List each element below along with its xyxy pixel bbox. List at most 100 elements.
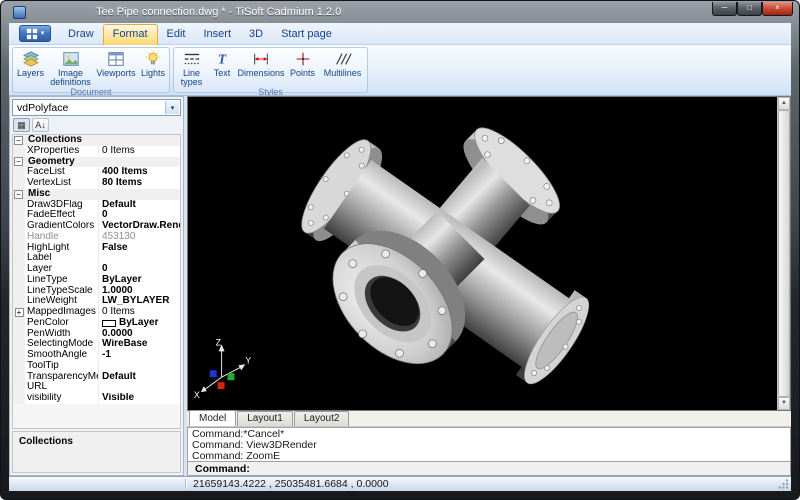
- layers-button[interactable]: Layers: [14, 48, 47, 87]
- command-history: Command:*Cancel* Command: View3DRender C…: [187, 427, 791, 462]
- tab-model[interactable]: Model: [189, 410, 237, 426]
- title-bar[interactable]: Tee Pipe connection.dwg * - TiSoft Cadmi…: [1, 1, 799, 23]
- maximize-button[interactable]: □: [737, 2, 762, 16]
- property-row[interactable]: SmoothAngle -1: [13, 350, 180, 361]
- property-row-pen-color[interactable]: PenColor ByLayer: [13, 317, 180, 329]
- property-grid: − Collections XProperties 0 Items − Geom…: [12, 134, 181, 429]
- property-grid-toolbar: ▦ A↓: [10, 117, 183, 133]
- tab-format[interactable]: Format: [102, 24, 158, 45]
- line-types-button[interactable]: Line types: [175, 48, 208, 87]
- property-row[interactable]: HighLight False: [13, 242, 180, 254]
- property-row[interactable]: URL: [13, 382, 180, 393]
- tab-edit[interactable]: Edit: [158, 25, 195, 44]
- lights-button[interactable]: Lights: [138, 48, 168, 87]
- help-pane-title: Collections: [19, 436, 73, 447]
- layout-tab-strip: Model Layout1 Layout2: [187, 410, 791, 427]
- model-viewport[interactable]: Z Y X ▲ ▼: [187, 96, 791, 411]
- property-row[interactable]: Handle 453130: [13, 231, 180, 243]
- property-row[interactable]: LineTypeScale 1.0000: [13, 285, 180, 297]
- close-button[interactable]: ×: [762, 2, 793, 16]
- collapse-icon[interactable]: −: [14, 189, 23, 199]
- alphabetical-sort-button[interactable]: A↓: [32, 118, 49, 132]
- property-row[interactable]: visibility Visible: [13, 393, 180, 404]
- app-menu-arrow-icon: ▾: [40, 30, 45, 37]
- group-document: Layers Image definitions Viewports Light…: [12, 47, 170, 97]
- viewports-button[interactable]: Viewports: [94, 48, 138, 87]
- property-row-mapped-images[interactable]: + MappedImages 0 Items: [13, 307, 180, 318]
- points-button[interactable]: Points: [286, 48, 319, 87]
- scroll-up-icon[interactable]: ▲: [778, 97, 790, 110]
- category-collections[interactable]: − Collections: [13, 135, 180, 146]
- resize-grip[interactable]: [778, 478, 789, 489]
- lights-icon: [145, 50, 161, 65]
- dimensions-button[interactable]: Dimensions: [236, 48, 286, 87]
- object-selector-combobox[interactable]: vdPolyface ▾: [12, 99, 181, 116]
- collapse-icon[interactable]: −: [14, 135, 23, 145]
- command-prompt-row: Command:: [187, 462, 791, 476]
- dimensions-icon: [254, 53, 268, 65]
- coordinates-readout: 21659143.4222 , 25035481.6684 , 0.0000: [193, 478, 389, 490]
- property-row[interactable]: SelectingMode WireBase: [13, 339, 180, 350]
- text-button[interactable]: T Text: [208, 48, 236, 87]
- command-input[interactable]: [257, 462, 790, 475]
- line-types-icon: [184, 53, 199, 65]
- tab-layout1[interactable]: Layout1: [237, 411, 293, 426]
- property-row[interactable]: ToolTip: [13, 360, 180, 372]
- tab-draw[interactable]: Draw: [59, 25, 103, 44]
- command-history-line: Command: ZoomE: [192, 450, 281, 462]
- minimize-button[interactable]: ─: [712, 2, 737, 16]
- ribbon: ▾ Draw Format Edit Insert 3D Start page: [9, 23, 791, 97]
- y-axis-label: Y: [245, 355, 251, 365]
- z-axis-cube: [209, 370, 217, 378]
- points-icon: [296, 52, 309, 66]
- application-menu-button[interactable]: ▾: [19, 25, 51, 42]
- app-window: Tee Pipe connection.dwg * - TiSoft Cadmi…: [0, 0, 800, 500]
- property-help-pane: Collections: [12, 431, 181, 473]
- property-row[interactable]: FadeEffect 0: [13, 210, 180, 221]
- expand-icon[interactable]: +: [14, 307, 24, 317]
- property-row[interactable]: LineWeight LW_BYLAYER: [13, 296, 180, 307]
- app-grid-icon: [26, 28, 37, 39]
- multilines-icon: [335, 53, 352, 65]
- z-axis-label: Z: [216, 337, 222, 347]
- property-row[interactable]: Label: [13, 253, 180, 264]
- x-axis-cube: [217, 382, 225, 390]
- tab-insert[interactable]: Insert: [194, 25, 240, 44]
- pen-color-swatch: [102, 319, 116, 327]
- property-row[interactable]: LineType ByLayer: [13, 274, 180, 286]
- scrollbar-thumb[interactable]: [778, 110, 790, 397]
- group-styles: Line types T Text Dimensions Points Mult…: [173, 47, 368, 97]
- status-separator: [185, 479, 186, 489]
- tab-layout2[interactable]: Layout2: [293, 411, 350, 426]
- app-icon[interactable]: [13, 5, 26, 19]
- image-definitions-button[interactable]: Image definitions: [47, 48, 94, 87]
- category-misc[interactable]: − Misc: [13, 188, 180, 200]
- drawing-area: Z Y X ▲ ▼ Model Layout1 Layout2 Command:…: [187, 96, 791, 476]
- command-prompt-label: Command:: [195, 462, 250, 475]
- combo-dropdown-icon[interactable]: ▾: [165, 101, 179, 114]
- property-row[interactable]: FaceList 400 Items: [13, 167, 180, 178]
- category-geometry[interactable]: − Geometry: [13, 156, 180, 168]
- categorized-view-button[interactable]: ▦: [13, 118, 30, 132]
- property-row[interactable]: PenWidth 0.0000: [13, 328, 180, 340]
- property-row[interactable]: GradientColors VectorDraw.Render.Ele: [13, 221, 180, 232]
- window-title: Tee Pipe connection.dwg * - TiSoft Cadmi…: [96, 6, 342, 18]
- property-row[interactable]: XProperties 0 Items: [13, 145, 180, 157]
- command-history-line: Command: View3DRender: [192, 439, 317, 451]
- multilines-button[interactable]: Multilines: [319, 48, 366, 87]
- property-row[interactable]: TransparencyMetho Default: [13, 371, 180, 383]
- viewport-scrollbar[interactable]: ▲ ▼: [777, 97, 790, 410]
- property-row[interactable]: Draw3DFlag Default: [13, 199, 180, 211]
- scroll-down-icon[interactable]: ▼: [778, 397, 790, 410]
- svg-text:T: T: [218, 52, 227, 67]
- ribbon-button-row: Layers Image definitions Viewports Light…: [9, 45, 791, 97]
- object-selector-value: vdPolyface: [17, 101, 69, 114]
- property-panel: vdPolyface ▾ ▦ A↓ − Collections XPropert…: [9, 96, 184, 476]
- property-row[interactable]: Layer 0: [13, 264, 180, 275]
- tab-start-page[interactable]: Start page: [272, 25, 341, 44]
- ribbon-tab-row: ▾ Draw Format Edit Insert 3D Start page: [9, 23, 791, 45]
- collapse-icon[interactable]: −: [14, 157, 23, 167]
- status-bar: 21659143.4222 , 25035481.6684 , 0.0000: [9, 476, 791, 491]
- layers-icon: [22, 51, 39, 67]
- tab-3d[interactable]: 3D: [240, 25, 272, 44]
